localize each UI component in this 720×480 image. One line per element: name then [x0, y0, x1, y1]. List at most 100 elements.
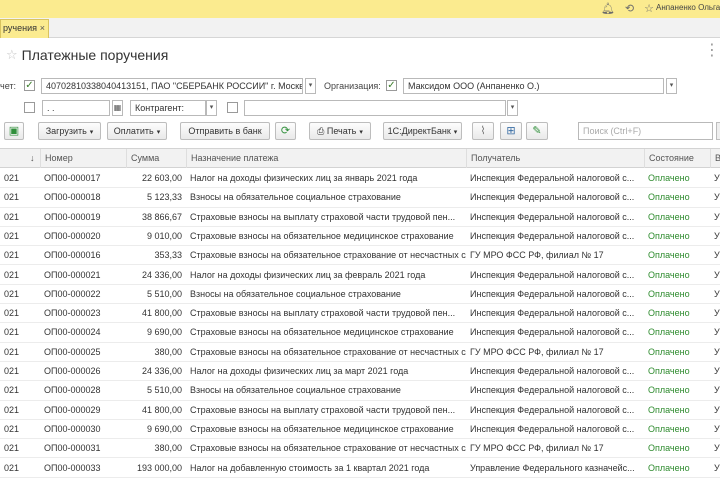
table-row[interactable]: 021 ОП00-000033 193 000,00 Налог на добавле…: [0, 459, 720, 478]
refresh-button[interactable]: ⟳: [275, 122, 296, 140]
col-extra[interactable]: В: [710, 149, 720, 168]
cell-purpose: Страховые взносы на выплату страховой ча…: [190, 211, 456, 222]
account-field[interactable]: 40702810338040413151, ПАО "СБЕРБАНК РОСС…: [41, 78, 303, 94]
cell-recipient: ГУ МРО ФСС РФ, филиал № 17: [470, 346, 604, 357]
chevron-down-icon: ▾: [156, 129, 161, 136]
col-sum[interactable]: Сумма: [126, 149, 186, 168]
cell-date: 021: [4, 230, 20, 241]
bell-icon[interactable]: 🔔︎: [601, 2, 615, 16]
date-field[interactable]: . .: [42, 100, 110, 116]
cell-date: 021: [4, 443, 20, 454]
pay-button[interactable]: Оплатить ▾: [107, 122, 167, 140]
search-options-button[interactable]: [716, 122, 720, 140]
tab-payment-orders[interactable]: ручения ×: [0, 19, 49, 38]
col-status[interactable]: Состояние: [644, 149, 710, 168]
cell-purpose: Налог на доходы физических лиц за март 2…: [190, 366, 409, 376]
account-checkbox[interactable]: ✓: [24, 80, 35, 91]
cell-purpose: Страховые взносы на обязательное страхов…: [190, 250, 466, 261]
table-row[interactable]: 021 ОП00-000022 5 510,00 Взносы на обязател…: [0, 285, 720, 305]
calendar-icon[interactable]: ▦: [112, 100, 123, 116]
contractor-field[interactable]: [244, 100, 506, 116]
cell-purpose: Страховые взносы на обязательное страхов…: [190, 443, 466, 454]
contractor-checkbox[interactable]: [227, 102, 238, 113]
print-button[interactable]: ⎙ Печать ▾: [309, 122, 371, 140]
cell-sum: 24 336,00: [141, 269, 182, 280]
col-number[interactable]: Номер: [40, 149, 126, 168]
send-to-bank-button[interactable]: Отправить в банк: [180, 122, 270, 140]
cell-date: 021: [4, 385, 20, 396]
create-button[interactable]: ▣: [4, 122, 24, 140]
cell-status: Оплачено: [648, 385, 690, 396]
favorite-star-icon[interactable]: ☆: [6, 47, 18, 63]
col-purpose[interactable]: Назначение платежа: [186, 149, 466, 168]
cell-status: Оплачено: [648, 346, 690, 357]
refresh-icon: ⟳: [280, 125, 291, 137]
chevron-down-icon: ▾: [359, 129, 363, 136]
col-recipient[interactable]: Получатель: [466, 149, 644, 168]
table-row[interactable]: 021 ОП00-000023 41 800,00 Страховые взносы …: [0, 304, 720, 324]
table-row[interactable]: 021 ОП00-000019 38 866,67 Страховые взносы …: [0, 208, 720, 227]
cell-number: ОП00-000031: [44, 443, 101, 454]
cell-recipient: Инспекция Федеральной налоговой с...: [470, 173, 635, 183]
chevron-down-icon[interactable]: ▾: [666, 78, 677, 94]
table-row[interactable]: 021 ОП00-000017 22 603,00 Налог на доходы ф…: [0, 169, 720, 189]
cell-date: 021: [4, 250, 20, 261]
cell-sum: 38 866,67: [141, 211, 182, 222]
cell-number: ОП00-000030: [44, 423, 101, 434]
cell-status: Оплачено: [648, 269, 690, 280]
cell-status: Оплачено: [648, 366, 690, 376]
attach-button[interactable]: ⌇: [472, 122, 494, 140]
chevron-down-icon[interactable]: ▾: [507, 100, 518, 116]
cell-number: ОП00-000016: [44, 250, 101, 261]
table-row[interactable]: 021 ОП00-000026 24 336,00 Налог на доходы ф…: [0, 362, 720, 382]
load-button[interactable]: Загрузить ▾: [38, 122, 101, 140]
more-icon[interactable]: ⋮: [704, 40, 720, 60]
table-row[interactable]: 021 ОП00-000020 9 010,00 Страховые взносы н…: [0, 227, 720, 247]
cell-date: 021: [4, 269, 20, 280]
chevron-down-icon[interactable]: ▾: [305, 78, 316, 94]
cell-number: ОП00-000024: [44, 327, 101, 338]
table-row[interactable]: 021 ОП00-000016 353,33 Страховые взносы на …: [0, 246, 720, 266]
organization-field[interactable]: Максидом ООО (Анпаненко О.): [403, 78, 664, 94]
cell-extra: У: [714, 423, 720, 434]
chevron-down-icon: ▾: [89, 129, 94, 136]
table-row[interactable]: 021 ОП00-000029 41 800,00 Страховые взносы …: [0, 401, 720, 420]
user-name[interactable]: Анпаненко Ольга: [656, 3, 720, 12]
edit-button[interactable]: ✎: [526, 122, 548, 140]
printer-icon: ⎙: [317, 126, 327, 136]
cell-status: Оплачено: [648, 192, 690, 203]
cell-purpose: Налог на доходы физических лиц за январь…: [190, 173, 418, 183]
date-checkbox[interactable]: [24, 102, 35, 113]
close-icon[interactable]: ×: [40, 20, 45, 37]
table-row[interactable]: 021 ОП00-000028 5 510,00 Взносы на обязател…: [0, 381, 720, 401]
structure-button[interactable]: ⊞: [500, 122, 522, 140]
table-row[interactable]: 021 ОП00-000025 380,00 Страховые взносы на …: [0, 343, 720, 362]
table-row[interactable]: 021 ОП00-000030 9 690,00 Страховые взносы н…: [0, 420, 720, 440]
directbank-button[interactable]: 1С:ДиректБанк ▾: [383, 122, 462, 140]
search-input[interactable]: Поиск (Ctrl+F): [578, 122, 713, 140]
table-row[interactable]: 021 ОП00-000024 9 690,00 Страховые взносы н…: [0, 323, 720, 343]
table-row[interactable]: 021 ОП00-000021 24 336,00 Налог на доходы ф…: [0, 266, 720, 285]
sort-icon[interactable]: ↓: [28, 149, 40, 168]
cell-sum: 353,33: [154, 250, 182, 261]
table-row[interactable]: 021 ОП00-000031 380,00 Страховые взносы на …: [0, 439, 720, 459]
history-icon[interactable]: ⟲: [625, 2, 634, 16]
paperclip-icon: ⌇: [480, 125, 486, 137]
table-row[interactable]: 021 ОП00-000018 5 123,33 Взносы на обязател…: [0, 188, 720, 208]
table-header: ↓ Номер Сумма Назначение платежа Получат…: [0, 149, 720, 168]
cell-purpose: Страховые взносы на обязательное медицин…: [190, 327, 454, 338]
organization-checkbox[interactable]: ✓: [386, 80, 397, 91]
cell-status: Оплачено: [648, 423, 690, 434]
cell-status: Оплачено: [648, 288, 690, 299]
chevron-down-icon: ▾: [453, 129, 458, 136]
star-icon[interactable]: ☆: [644, 2, 654, 16]
cell-purpose: Взносы на обязательное социальное страхо…: [190, 192, 401, 203]
cell-recipient: Инспекция Федеральной налоговой с...: [470, 288, 635, 299]
cell-status: Оплачено: [648, 404, 690, 415]
cell-sum: 22 603,00: [141, 173, 182, 183]
cell-sum: 380,00: [154, 346, 182, 357]
chevron-down-icon[interactable]: ▾: [206, 100, 217, 116]
cell-status: Оплачено: [648, 462, 690, 473]
pen-icon: ✎: [532, 125, 542, 137]
cell-number: ОП00-000026: [44, 366, 101, 376]
